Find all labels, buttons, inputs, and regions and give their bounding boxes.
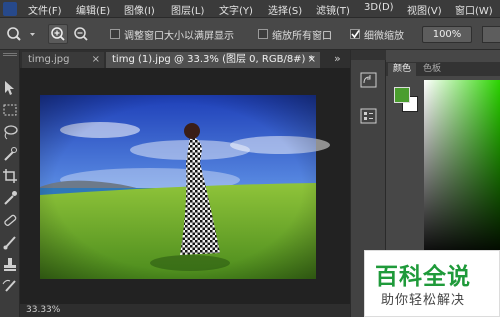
lasso-tool-icon[interactable] [2, 124, 18, 140]
tab-timg-close[interactable]: × [92, 52, 100, 67]
color-panel-tabs: 颜色 色板 [386, 62, 500, 76]
tools-panel-grip[interactable] [3, 53, 17, 56]
zoom-all-windows-checkbox[interactable] [258, 29, 268, 39]
resize-windows-checkbox[interactable] [110, 29, 120, 39]
tab-timg[interactable]: timg.jpg × [22, 52, 104, 68]
watermark-title: 百科全说 [375, 264, 471, 290]
checkmark-icon [351, 30, 360, 39]
watermark-subtitle: 助你轻松解决 [381, 293, 466, 308]
dock-collapse-button[interactable] [351, 50, 386, 60]
healing-brush-icon[interactable] [2, 212, 18, 228]
zoom-level[interactable]: 33.33% [26, 305, 60, 315]
zoom-icon [7, 27, 35, 41]
eyedropper-icon[interactable] [2, 190, 18, 206]
move-tool-icon[interactable] [2, 80, 18, 96]
zoom-tool-preset[interactable] [4, 25, 38, 43]
tab-timg-1[interactable]: timg (1).jpg @ 33.3% (图层 0, RGB/8#) * × [106, 52, 320, 68]
tab-timg-label: timg.jpg [28, 54, 70, 65]
brush-tool-icon[interactable] [2, 234, 18, 250]
menu-3d[interactable]: 3D(D) [364, 2, 394, 13]
tab-swatches[interactable]: 色板 [418, 63, 446, 76]
menu-filter[interactable]: 滤镜(T) [316, 2, 350, 17]
menu-window[interactable]: 窗口(W) [455, 2, 493, 17]
menu-file[interactable]: 文件(F) [28, 2, 62, 17]
tools-panel [0, 50, 20, 317]
stamp-tool-icon[interactable] [2, 256, 18, 272]
scrubby-zoom-checkbox[interactable] [350, 29, 360, 39]
zoom-out-icon [74, 27, 88, 41]
document-tabs: timg.jpg × timg (1).jpg @ 33.3% (图层 0, R… [20, 50, 350, 68]
zoom-100-button[interactable]: 100% [422, 26, 472, 43]
tab-overflow-button[interactable]: » [334, 52, 341, 65]
photoshop-logo [3, 2, 17, 16]
menu-view[interactable]: 视图(V) [407, 2, 442, 17]
menu-image[interactable]: 图像(I) [124, 2, 155, 17]
properties-panel-icon[interactable] [360, 108, 378, 124]
zoom-out-button[interactable] [71, 24, 91, 44]
zoom-in-icon [51, 27, 65, 41]
status-bar: 33.33% [20, 304, 350, 317]
fit-screen-button[interactable] [482, 26, 500, 43]
menu-type[interactable]: 文字(Y) [219, 2, 253, 17]
watermark: 百科全说 助你轻松解决 [364, 250, 500, 317]
document-image[interactable] [20, 68, 350, 304]
menu-edit[interactable]: 编辑(E) [76, 2, 110, 17]
zoom-in-button[interactable] [48, 24, 68, 44]
history-brush-icon[interactable] [2, 278, 18, 294]
options-bar: 调整窗口大小以满屏显示 缩放所有窗口 细微缩放 100% [0, 18, 500, 50]
history-panel-icon[interactable] [360, 72, 378, 88]
resize-windows-label: 调整窗口大小以满屏显示 [124, 31, 234, 42]
menu-bar: 文件(F) 编辑(E) 图像(I) 图层(L) 文字(Y) 选择(S) 滤镜(T… [0, 0, 500, 18]
quick-select-icon[interactable] [2, 146, 18, 162]
scrubby-zoom-label: 细微缩放 [364, 31, 404, 42]
color-spectrum[interactable] [424, 80, 500, 260]
menu-layer[interactable]: 图层(L) [171, 2, 204, 17]
foreground-color-swatch[interactable] [394, 87, 410, 103]
tab-timg-1-close[interactable]: × [308, 52, 316, 67]
tab-timg-1-label: timg (1).jpg @ 33.3% (图层 0, RGB/8#) * [112, 54, 314, 65]
marquee-tool-icon[interactable] [2, 102, 18, 118]
tab-color[interactable]: 颜色 [388, 63, 417, 76]
zoom-all-windows-label: 缩放所有窗口 [272, 31, 332, 42]
crop-tool-icon[interactable] [2, 168, 18, 184]
menu-select[interactable]: 选择(S) [268, 2, 302, 17]
canvas-area[interactable] [20, 68, 350, 304]
